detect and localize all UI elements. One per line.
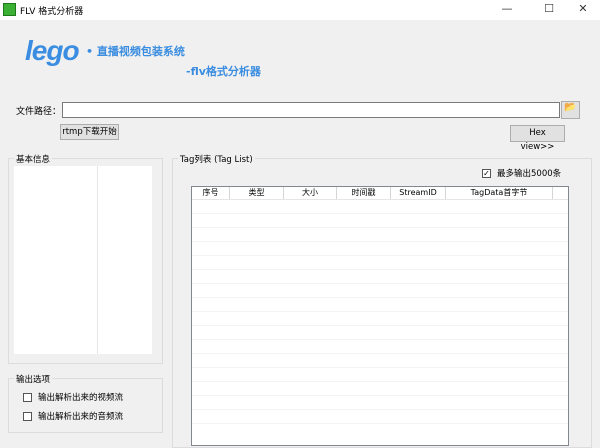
- table-row: [192, 284, 568, 298]
- column-header[interactable]: 序号: [192, 187, 230, 199]
- rtmp-download-button[interactable]: rtmp下载开始: [60, 124, 119, 140]
- close-button[interactable]: ✕: [568, 2, 598, 18]
- tag-list-title: Tag列表 (Tag List): [178, 153, 255, 165]
- output-options-group: 输出选项 输出解析出来的视频流 输出解析出来的音频流: [8, 373, 163, 433]
- table-row: [192, 354, 568, 368]
- table-row: [192, 228, 568, 242]
- column-header[interactable]: [553, 187, 568, 199]
- max-output-checkbox[interactable]: ✓ 最多输出5000条: [482, 167, 561, 179]
- basic-info-title: 基本信息: [14, 153, 53, 165]
- app-icon: [3, 3, 16, 16]
- table-row: [192, 312, 568, 326]
- table-row: [192, 200, 568, 214]
- table-row: [192, 326, 568, 340]
- folder-open-icon: 📂: [564, 102, 577, 113]
- column-header[interactable]: StreamID: [391, 187, 446, 199]
- brand-subtitle-2: -flv格式分析器: [186, 65, 261, 78]
- table-row: [192, 340, 568, 354]
- table-row: [192, 298, 568, 312]
- tag-table[interactable]: 序号 类型 大小 时间戳 StreamID TagData首字节: [191, 186, 569, 446]
- window-title: FLV 格式分析器: [20, 7, 84, 17]
- logo: lego: [25, 35, 80, 66]
- column-header[interactable]: 大小: [284, 187, 337, 199]
- column-header[interactable]: TagData首字节: [446, 187, 553, 199]
- table-row: [192, 368, 568, 382]
- column-header[interactable]: 时间戳: [337, 187, 391, 199]
- table-row: [192, 214, 568, 228]
- title-bar: FLV 格式分析器 — ☐ ✕: [0, 0, 600, 20]
- minimize-button[interactable]: —: [492, 2, 522, 18]
- file-path-label: 文件路径：: [16, 107, 62, 117]
- table-row: [192, 410, 568, 424]
- output-options-title: 输出选项: [14, 373, 53, 385]
- column-divider: [97, 166, 98, 354]
- max-output-label: 最多输出5000条: [497, 169, 562, 179]
- output-video-label: 输出解析出来的视频流: [38, 393, 124, 403]
- brand-subtitle: • 直播视频包装系统: [86, 45, 185, 58]
- output-audio-checkbox[interactable]: 输出解析出来的音频流: [23, 410, 123, 422]
- hex-view-button[interactable]: Hex view>>: [510, 125, 565, 152]
- table-row: [192, 256, 568, 270]
- file-path-input[interactable]: [62, 102, 560, 118]
- checkbox-box[interactable]: ✓: [482, 168, 491, 178]
- maximize-button[interactable]: ☐: [534, 2, 564, 18]
- basic-info-list[interactable]: [14, 166, 152, 354]
- table-row: [192, 396, 568, 410]
- table-header: 序号 类型 大小 时间戳 StreamID TagData首字节: [192, 187, 568, 200]
- browse-button[interactable]: 📂: [561, 101, 580, 119]
- table-row: [192, 242, 568, 256]
- table-row: [192, 270, 568, 284]
- output-video-checkbox[interactable]: 输出解析出来的视频流: [23, 391, 123, 403]
- column-header[interactable]: 类型: [230, 187, 284, 199]
- checkbox-box[interactable]: [23, 392, 32, 402]
- table-row: [192, 382, 568, 396]
- checkbox-box[interactable]: [23, 411, 32, 421]
- output-audio-label: 输出解析出来的音频流: [38, 412, 124, 422]
